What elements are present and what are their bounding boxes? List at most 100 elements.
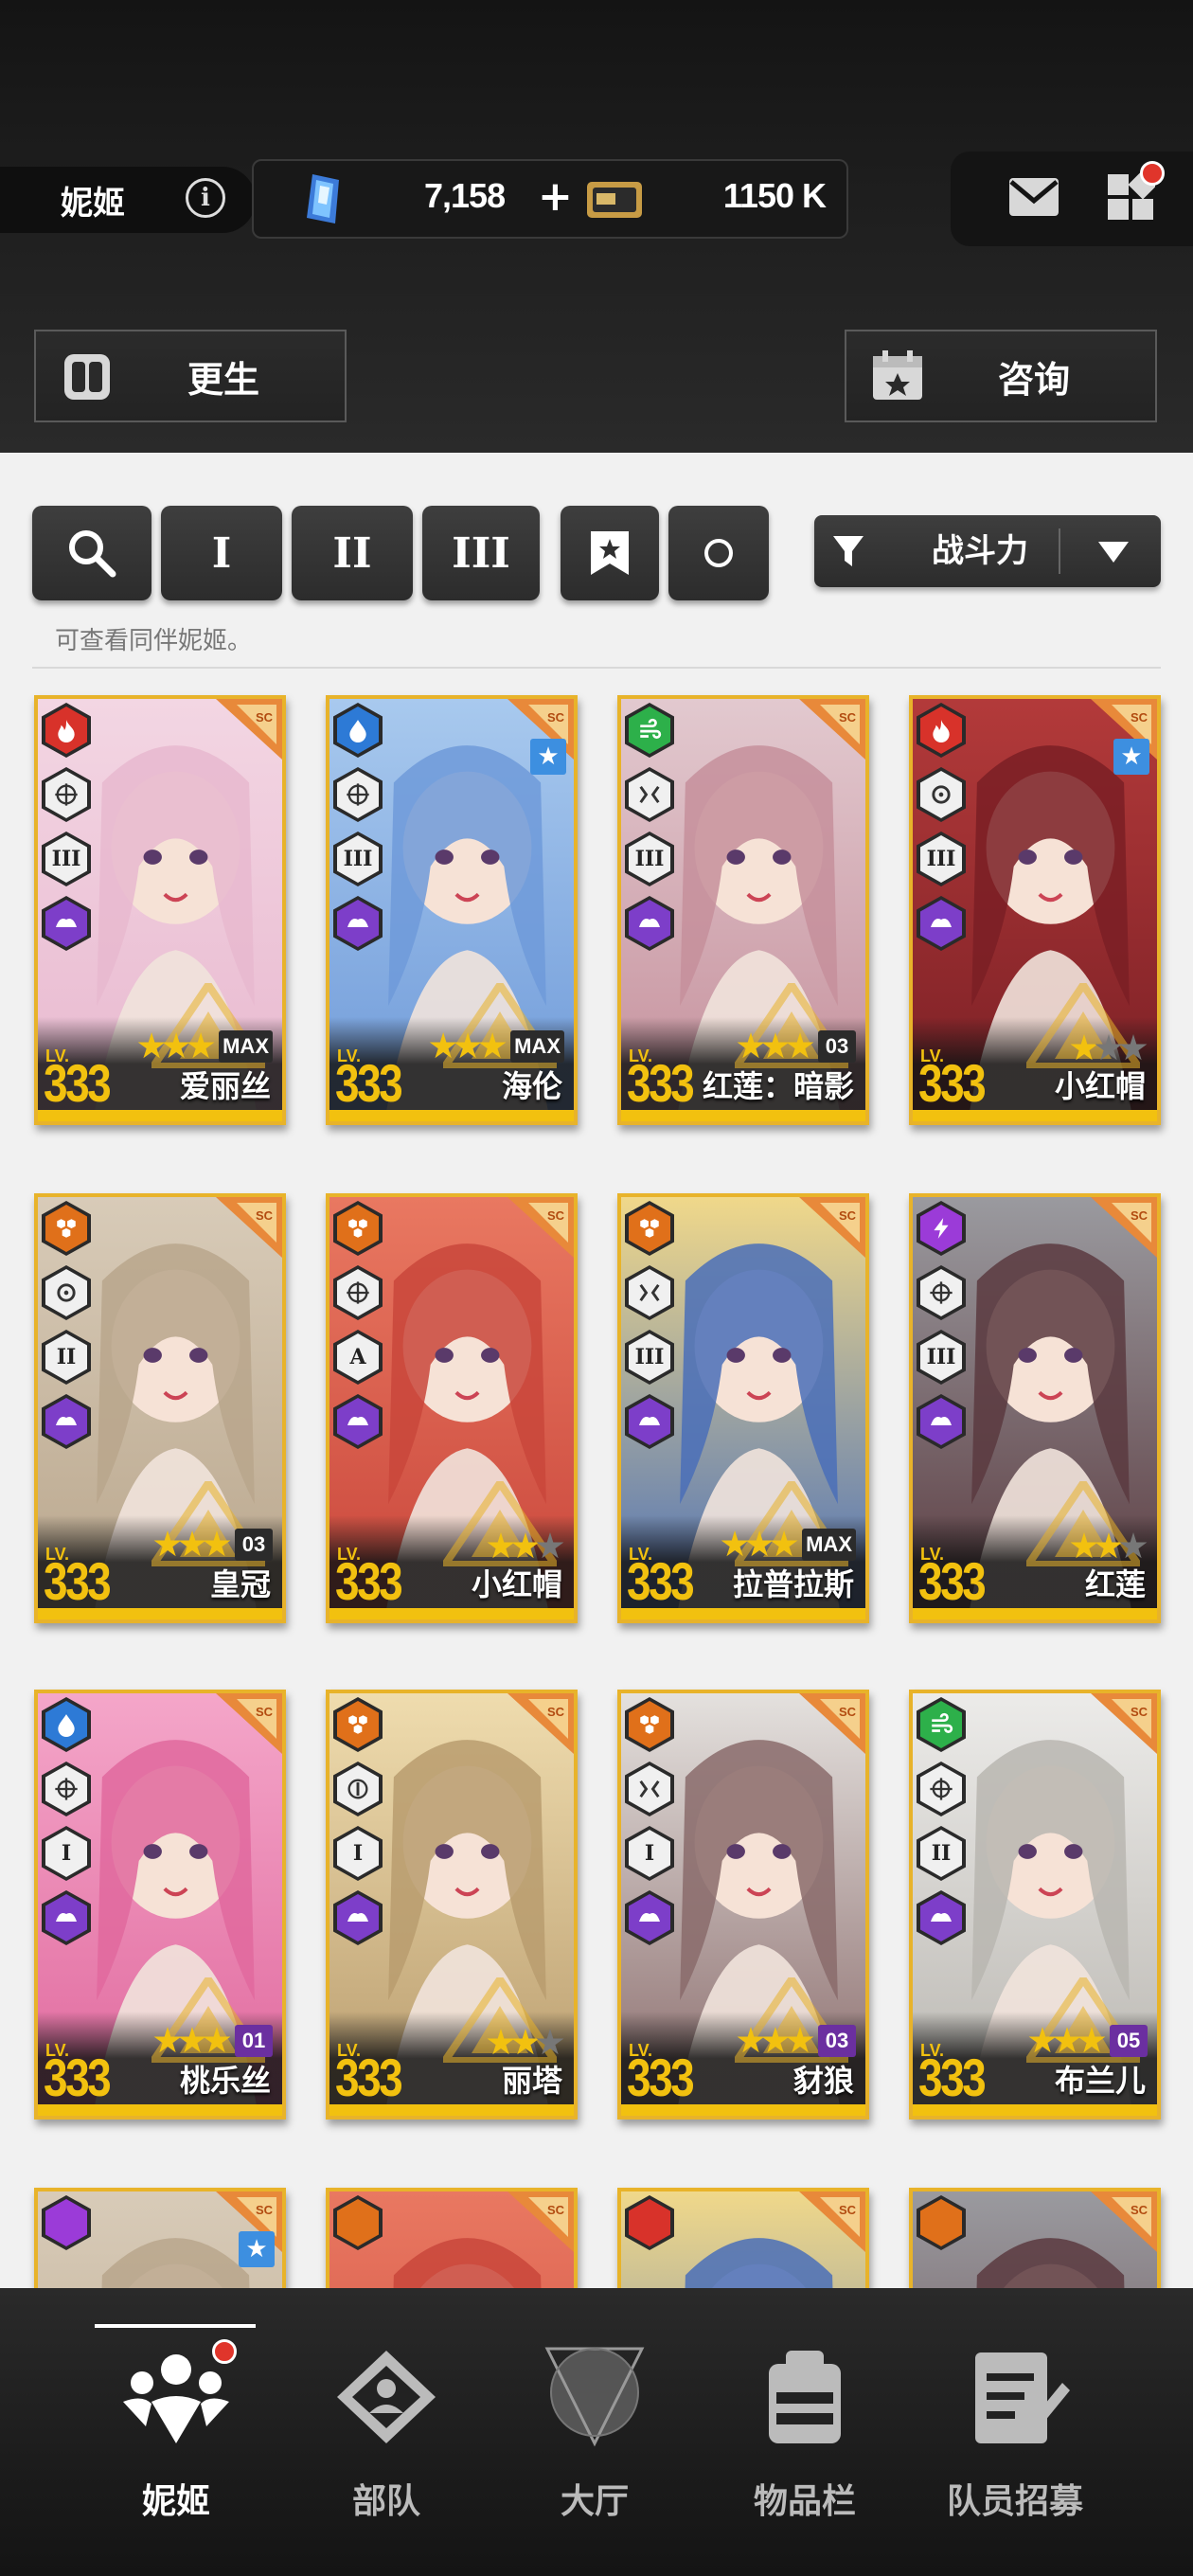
attribute-icons: III	[917, 703, 971, 960]
nikke-card[interactable]: SC III LV. 333 红莲	[909, 1193, 1161, 1623]
character-name: 爱丽丝	[179, 1068, 271, 1104]
rating-stars: 03	[153, 1529, 273, 1561]
rebirth-label: 更生	[187, 358, 259, 401]
burst-icon: III	[917, 832, 966, 886]
nikke-card[interactable]: SC I 03 LV. 333 豺狼	[617, 1690, 869, 2120]
card-bottom-bar	[913, 2104, 1157, 2116]
card-bottom-bar	[38, 1608, 282, 1619]
burst-filter-3[interactable]: III	[422, 506, 540, 600]
character-name: 桃乐丝	[179, 2063, 271, 2099]
level-value: 333	[918, 2048, 987, 2107]
svg-text:SC: SC	[839, 710, 857, 724]
attribute-icons: III	[333, 703, 388, 960]
burst-icon: II	[917, 1826, 966, 1881]
star-icon	[1070, 1034, 1098, 1061]
rating-stars: 03	[737, 2025, 856, 2057]
weapon-icon	[625, 1762, 674, 1816]
rebirth-button[interactable]: 更生	[34, 330, 347, 422]
star-icon	[187, 1032, 215, 1059]
star-icon	[429, 1032, 457, 1059]
element-icon	[917, 2195, 966, 2250]
info-icon[interactable]: i	[186, 178, 225, 218]
rating-stars: MAX	[721, 1529, 856, 1561]
svg-text:SC: SC	[256, 2203, 274, 2217]
attribute-icons	[42, 2195, 97, 2260]
burst-icon: III	[333, 832, 383, 886]
inventory-icon	[769, 2351, 841, 2443]
star-icon	[1119, 1532, 1148, 1559]
nikke-card[interactable]: SC III MAX LV. 333 爱丽丝	[34, 695, 286, 1125]
nikke-card[interactable]: SC I LV. 333 丽塔	[326, 1690, 578, 2120]
element-icon	[333, 1697, 383, 1752]
rarity-ssr-icon: SC	[216, 1197, 282, 1258]
nikke-card[interactable]: SC III MAX LV. 333 拉普拉斯	[617, 1193, 869, 1623]
search-button[interactable]	[32, 506, 151, 600]
burst-icon: III	[625, 832, 674, 886]
nav-label: 物品栏	[753, 2482, 856, 2521]
star-icon	[786, 2027, 814, 2053]
nav-item-recruit[interactable]: 队员招募	[911, 2288, 1119, 2576]
toggle-filter-button[interactable]	[668, 506, 769, 600]
rating-stars	[1070, 1532, 1148, 1561]
rating-stars	[1070, 1034, 1148, 1063]
element-icon	[625, 1697, 674, 1752]
svg-text:SC: SC	[839, 2203, 857, 2217]
search-icon	[69, 530, 116, 578]
burst-filter-1[interactable]: I	[161, 506, 282, 600]
nikke-card[interactable]: SC I 01 LV. 333 桃乐丝	[34, 1690, 286, 2120]
svg-text:SC: SC	[1131, 1705, 1148, 1719]
star-icon	[478, 1032, 507, 1059]
consult-label: 咨询	[997, 358, 1070, 401]
nav-item-lobby[interactable]: 大厅	[490, 2288, 699, 2576]
rating-stars: 01	[153, 2025, 273, 2057]
nikke-card[interactable]: SC II 05 LV. 333 布兰儿	[909, 1690, 1161, 2120]
attribute-icons	[625, 2195, 680, 2260]
app-root: 妮姬 i 7,158 + 1150 K 更生 咨询 I II III 战斗力 可…	[0, 0, 1193, 2576]
level-value: 333	[627, 1053, 695, 1113]
nav-item-inventory[interactable]: 物品栏	[701, 2288, 909, 2576]
attribute-icons	[917, 2195, 971, 2260]
star-icon	[511, 1532, 540, 1559]
favorite-star-icon: ★	[1113, 739, 1149, 775]
nikke-card[interactable]: SC ★ III MAX LV. 333 海伦	[326, 695, 578, 1125]
character-name: 小红帽	[1054, 1068, 1146, 1104]
svg-text:SC: SC	[547, 1208, 565, 1223]
burst-filter-1-label: I	[211, 528, 232, 578]
level-value: 333	[627, 2048, 695, 2107]
element-icon	[42, 1201, 91, 1256]
rating-stars	[487, 1532, 564, 1561]
star-icon	[178, 1530, 206, 1557]
burst-filter-2[interactable]: II	[292, 506, 413, 600]
limit-break-badge: 03	[235, 1529, 273, 1561]
consult-button[interactable]: 咨询	[845, 330, 1157, 422]
nikke-card[interactable]: SC ★ III LV. 333 小红帽	[909, 695, 1161, 1125]
mail-icon[interactable]	[1007, 176, 1060, 218]
add-gem-button[interactable]: +	[538, 172, 573, 221]
limit-break-badge: 03	[818, 1030, 856, 1063]
star-icon	[737, 1032, 765, 1059]
nikke-card-partial[interactable]: SC	[909, 2188, 1161, 2288]
manufacturer-icon	[333, 1890, 383, 1945]
nav-label: 队员招募	[946, 2482, 1083, 2521]
manufacturer-icon	[625, 896, 674, 951]
card-bottom-bar	[621, 2104, 865, 2116]
star-icon	[761, 2027, 790, 2053]
nikke-card-partial[interactable]: SC	[326, 2188, 578, 2288]
attribute-icons: I	[333, 1697, 388, 1955]
card-bottom-bar	[329, 2104, 574, 2116]
element-icon	[42, 2195, 91, 2250]
top-right-menu	[951, 152, 1193, 246]
nikke-card[interactable]: SC II 03 LV. 333 皇冠	[34, 1193, 286, 1623]
nikke-card-partial[interactable]: SC ★	[34, 2188, 286, 2288]
nikke-card[interactable]: SC III 03 LV. 333 红莲：暗影	[617, 695, 869, 1125]
nav-item-squad[interactable]: 部队	[282, 2288, 490, 2576]
attribute-icons: III	[625, 1201, 680, 1458]
card-bottom-bar	[913, 1608, 1157, 1619]
nikke-card[interactable]: SC A LV. 333 小红帽	[326, 1193, 578, 1623]
character-name: 小红帽	[471, 1566, 562, 1602]
nikke-card-partial[interactable]: SC	[617, 2188, 869, 2288]
sort-dropdown[interactable]: 战斗力	[814, 515, 1161, 587]
favorite-filter-button[interactable]	[561, 506, 659, 600]
nav-item-nikke[interactable]: 妮姬	[72, 2288, 280, 2576]
card-bottom-bar	[329, 1110, 574, 1121]
